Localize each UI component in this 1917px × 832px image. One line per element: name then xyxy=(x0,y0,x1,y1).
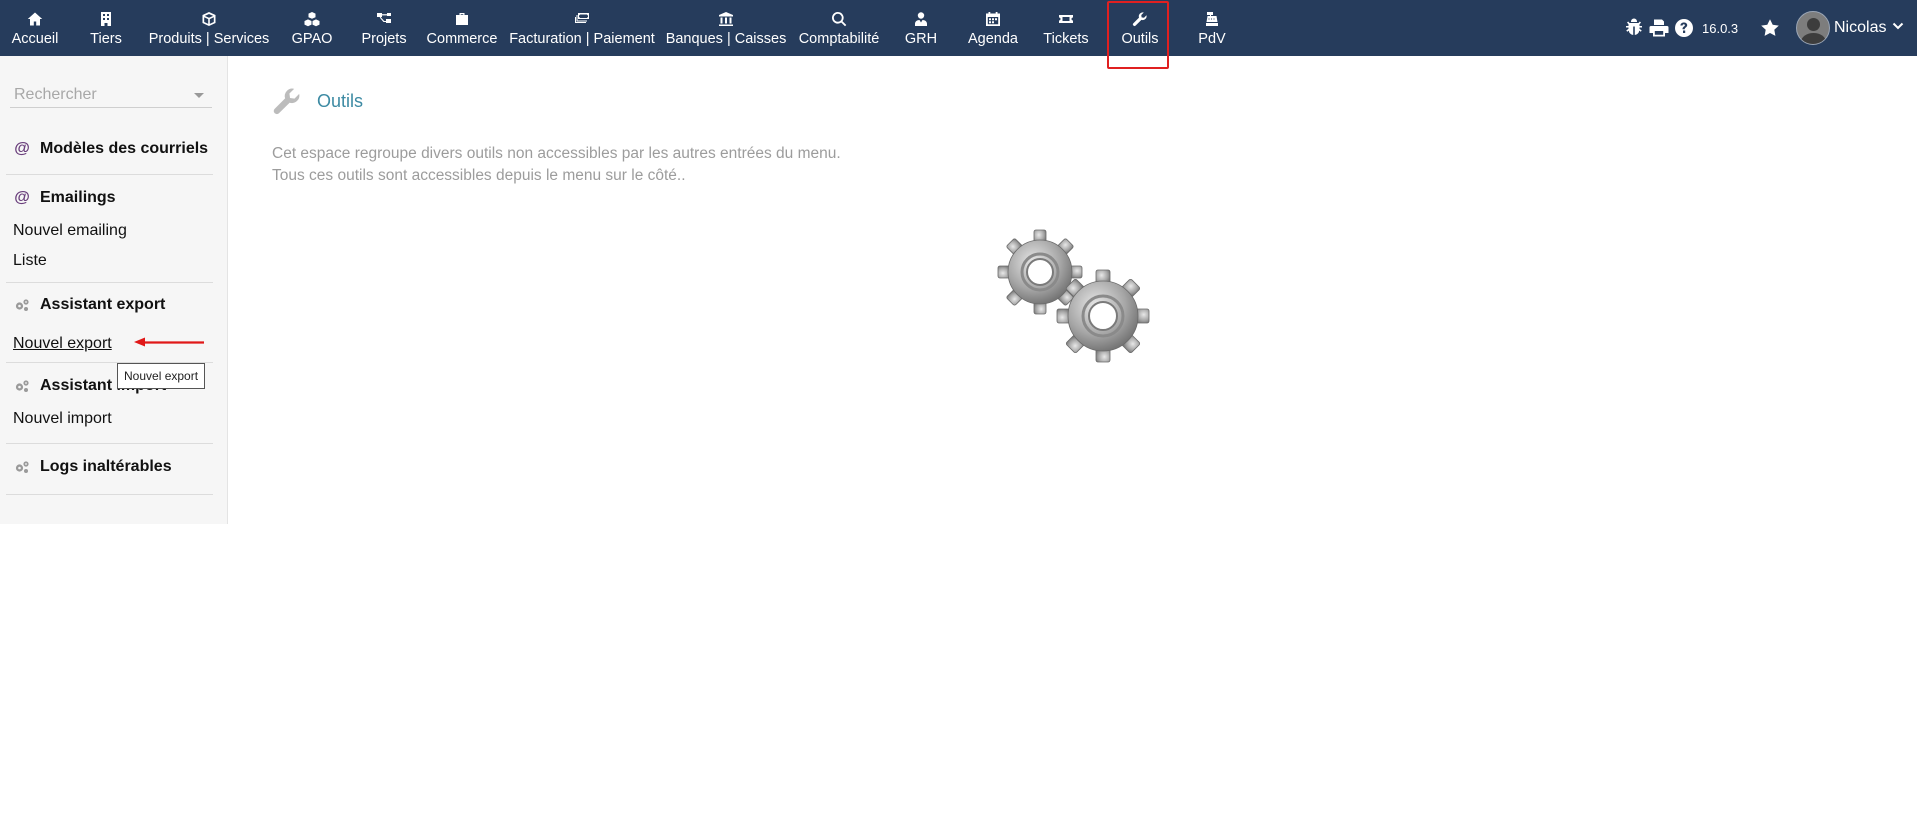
menu-item-produits-services[interactable]: Produits | Services xyxy=(148,0,270,56)
left-sidebar: @ Modèles des courriels @ Emailings Nouv… xyxy=(0,56,228,524)
menu-label: Commerce xyxy=(426,31,498,47)
star-icon xyxy=(1760,18,1780,38)
menu-item-tiers[interactable]: Tiers xyxy=(88,0,124,56)
home-icon xyxy=(27,0,43,30)
print-button[interactable] xyxy=(1649,0,1669,56)
sidebar-link-liste[interactable]: Liste xyxy=(13,252,47,270)
menu-label: Accueil xyxy=(11,31,59,47)
sidebar-block-logs: Logs inaltérables xyxy=(6,445,213,495)
cash-register-icon xyxy=(1204,0,1220,30)
menu-label: Projets xyxy=(361,31,407,47)
page-title: Outils xyxy=(317,90,364,111)
sidebar-link-nouvel-emailing[interactable]: Nouvel emailing xyxy=(13,222,127,240)
annotation-arrow-icon xyxy=(134,337,204,347)
bug-report-button[interactable] xyxy=(1624,0,1644,56)
chevron-down-icon xyxy=(1892,19,1904,37)
sidebar-item-logs-inalterables[interactable]: Logs inaltérables xyxy=(13,458,172,476)
menu-item-accueil[interactable]: Accueil xyxy=(9,0,61,56)
bookmarks-button[interactable] xyxy=(1760,0,1780,56)
calendar-icon xyxy=(985,0,1001,30)
username: Nicolas xyxy=(1834,19,1887,36)
menu-item-grh[interactable]: GRH xyxy=(905,0,937,56)
search-dollar-icon xyxy=(831,0,847,30)
help-icon xyxy=(1674,18,1694,38)
version-label: 16.0.3 xyxy=(1702,0,1738,56)
menu-item-facturation-paiement[interactable]: Facturation | Paiement xyxy=(509,0,655,56)
menu-label: Facturation | Paiement xyxy=(509,31,655,47)
cogs-icon xyxy=(13,460,31,474)
menu-item-banques-caisses[interactable]: Banques | Caisses xyxy=(666,0,786,56)
menu-label: PdV xyxy=(1198,31,1226,47)
cogs-icon xyxy=(13,379,31,393)
sidebar-item-emailings[interactable]: @ Emailings xyxy=(13,189,116,207)
menu-label: Tiers xyxy=(90,31,122,47)
menu-label: Comptabilité xyxy=(798,31,880,47)
sidebar-item-assistant-export[interactable]: Assistant export xyxy=(13,296,165,314)
menu-label: Tickets xyxy=(1043,31,1089,47)
bank-icon xyxy=(718,0,734,30)
menu-label: Agenda xyxy=(968,31,1018,47)
sitemap-icon xyxy=(376,0,392,30)
print-icon xyxy=(1649,18,1669,38)
at-icon: @ xyxy=(14,140,30,157)
sidebar-item-label: Assistant export xyxy=(40,296,166,313)
user-menu[interactable]: Nicolas xyxy=(1796,0,1904,56)
gears-illustration-icon xyxy=(997,229,1150,363)
briefcase-icon xyxy=(454,0,470,30)
search-select[interactable] xyxy=(10,84,212,108)
menu-item-agenda[interactable]: Agenda xyxy=(968,0,1018,56)
version-text: 16.0.3 xyxy=(1702,20,1739,36)
menu-label: GPAO xyxy=(291,31,333,47)
sidebar-item-label: Modèles des courriels xyxy=(40,140,209,157)
menu-item-gpao[interactable]: GPAO xyxy=(291,0,333,56)
menu-item-outils[interactable]: Outils xyxy=(1107,0,1169,69)
cube-icon xyxy=(201,0,217,30)
help-button[interactable] xyxy=(1674,0,1694,56)
sidebar-block-export: Assistant export Nouvel export xyxy=(6,284,213,363)
page-description-line-1: Cet espace regroupe divers outils non ac… xyxy=(272,145,841,162)
menu-item-tickets[interactable]: Tickets xyxy=(1043,0,1089,56)
wrench-icon xyxy=(272,86,302,116)
sidebar-item-label: Emailings xyxy=(40,189,116,206)
menu-item-projets[interactable]: Projets xyxy=(361,0,407,56)
sidebar-block-emailings: @ Emailings Nouvel emailing Liste xyxy=(6,176,213,283)
menu-label: Produits | Services xyxy=(148,31,270,47)
ticket-icon xyxy=(1058,0,1074,30)
caret-down-icon xyxy=(194,93,204,98)
top-menu-bar: Accueil Tiers Produits | Services GPAO P… xyxy=(0,0,1917,69)
sidebar-link-nouvel-export[interactable]: Nouvel export xyxy=(13,335,112,353)
sidebar-block-modeles: @ Modèles des courriels xyxy=(6,127,213,175)
at-icon: @ xyxy=(14,189,30,206)
building-icon xyxy=(98,0,114,30)
menu-label: Banques | Caisses xyxy=(665,31,787,47)
search-input[interactable] xyxy=(10,84,190,106)
avatar xyxy=(1796,11,1830,45)
menu-item-comptabilite[interactable]: Comptabilité xyxy=(799,0,879,56)
active-menu-highlight xyxy=(1107,1,1169,69)
sidebar-item-modeles-courriels[interactable]: @ Modèles des courriels xyxy=(13,140,208,158)
menu-label: GRH xyxy=(904,31,938,47)
sidebar-link-nouvel-import[interactable]: Nouvel import xyxy=(13,410,112,428)
bug-icon xyxy=(1624,18,1644,38)
bills-icon xyxy=(574,0,590,30)
menu-item-pdv[interactable]: PdV xyxy=(1196,0,1228,56)
menu-item-commerce[interactable]: Commerce xyxy=(426,0,498,56)
page-header: Outils xyxy=(272,86,363,116)
cogs-icon xyxy=(13,298,31,312)
tooltip: Nouvel export xyxy=(117,363,206,389)
sidebar-item-label: Logs inaltérables xyxy=(40,458,172,475)
page-description-line-2: Tous ces outils sont accessibles depuis … xyxy=(272,167,686,184)
cubes-icon xyxy=(304,0,320,30)
user-tie-icon xyxy=(913,0,929,30)
